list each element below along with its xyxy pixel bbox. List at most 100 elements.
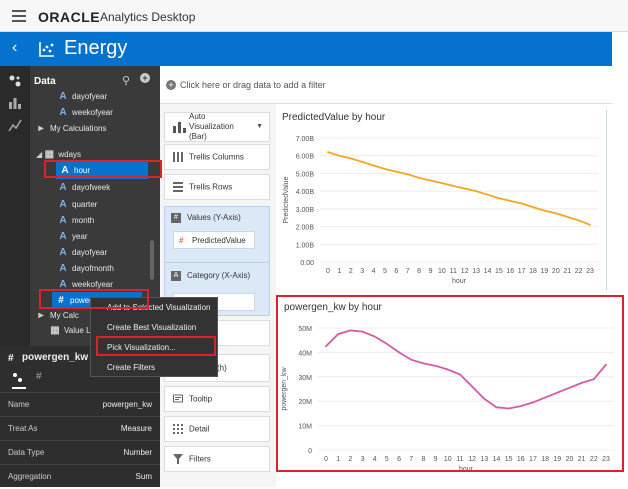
x-tick-label: 20 xyxy=(566,456,574,463)
property-value: Measure xyxy=(120,424,152,433)
filter-bar[interactable]: + Click here or drag data to add a filte… xyxy=(160,66,612,104)
tree-item-quarter[interactable]: Aquarter xyxy=(30,196,160,213)
property-value: Sum xyxy=(135,472,152,481)
x-tick-label: 15 xyxy=(495,268,503,275)
x-axis-label: hour xyxy=(452,278,467,285)
data-point xyxy=(556,391,559,394)
data-tab-icon[interactable] xyxy=(8,74,22,88)
menu-item-create-best-visualization[interactable]: Create Best Visualization xyxy=(91,318,219,338)
x-tick-label: 16 xyxy=(517,456,525,463)
detail-drop[interactable]: Detail xyxy=(164,416,270,442)
tree-item-label: My Calc xyxy=(50,311,79,320)
x-tick-label: 17 xyxy=(529,456,537,463)
tree-item-dayofweek[interactable]: Adayofweek xyxy=(30,179,160,196)
x-tick-label: 13 xyxy=(480,456,488,463)
viz-type-selector[interactable]: Auto Visualization (Bar) ▼ xyxy=(164,112,270,142)
tree-item-label: quarter xyxy=(72,200,98,209)
data-point xyxy=(486,193,489,196)
tree-item-my-calculations[interactable]: ▸ My Calculations xyxy=(30,120,160,137)
attribute-a-icon: A xyxy=(59,91,67,102)
property-row[interactable]: Treat As Measure xyxy=(0,416,160,440)
tree-item-year[interactable]: Ayear xyxy=(30,228,160,245)
filters-drop[interactable]: Filters xyxy=(164,446,270,472)
x-tick-label: 21 xyxy=(563,268,571,275)
x-tick-label: 22 xyxy=(575,268,583,275)
data-panel-header: Data xyxy=(34,76,56,87)
data-point xyxy=(434,364,437,367)
analytics-tab-icon[interactable] xyxy=(8,118,22,132)
menu-item-pick-visualization[interactable]: Pick Visualization... xyxy=(91,338,219,358)
filter-bar-text[interactable]: Click here or drag data to add a filter xyxy=(180,80,326,90)
y-tick-label: 0.00 xyxy=(300,260,314,267)
x-tick-label: 2 xyxy=(349,268,353,275)
category-label: Category (X-Axis) xyxy=(187,271,251,280)
tree-item-dayofmonth[interactable]: Adayofmonth xyxy=(30,260,160,277)
tree-item-label: weekofyear xyxy=(72,280,113,289)
tree-item-label: month xyxy=(72,216,95,225)
attribute-a-icon: A xyxy=(59,215,67,226)
property-row[interactable]: Aggregation Sum xyxy=(0,464,160,488)
collapse-chevron-icon[interactable]: ◢ xyxy=(36,150,44,159)
data-point xyxy=(418,176,421,179)
x-tick-label: 6 xyxy=(397,456,401,463)
back-chevron-icon[interactable]: ‹ xyxy=(12,39,17,57)
tree-item-label: dayofyear xyxy=(72,248,108,257)
data-point xyxy=(452,184,455,187)
add-filter-icon[interactable]: + xyxy=(166,80,176,90)
data-point xyxy=(495,406,498,409)
data-point xyxy=(361,330,364,333)
add-icon[interactable]: + xyxy=(140,73,150,83)
x-tick-label: 18 xyxy=(541,456,549,463)
trellis-rows-drop[interactable]: Trellis Rows xyxy=(164,174,270,200)
data-point xyxy=(395,170,398,173)
tree-item-wdays[interactable]: ◢ ▦ wdays xyxy=(30,146,160,163)
x-tick-label: 19 xyxy=(553,456,561,463)
tree-item-hour[interactable]: Ahour xyxy=(56,162,148,179)
property-row[interactable]: Data Type Number xyxy=(0,440,160,464)
data-panel-scrollbar[interactable] xyxy=(150,240,154,280)
menu-item-add-to-selected-visualization[interactable]: Add to Selected Visualization xyxy=(91,298,219,318)
tree-item-dayofyear[interactable]: Adayofyear xyxy=(30,88,160,105)
data-point xyxy=(497,197,500,200)
y-tick-label: 20M xyxy=(298,399,312,406)
attribute-a-icon: A xyxy=(59,182,67,193)
x-tick-label: 23 xyxy=(602,456,610,463)
tree-item-weekofyear[interactable]: Aweekofyear xyxy=(30,276,160,293)
general-tab-icon[interactable] xyxy=(12,372,24,384)
values-chip[interactable]: # PredictedValue xyxy=(173,231,255,249)
y-tick-label: 3.00B xyxy=(296,207,315,214)
data-point xyxy=(566,215,569,218)
search-icon[interactable]: ⚲ xyxy=(122,74,130,87)
visualizations-tab-icon[interactable] xyxy=(8,96,22,110)
data-point xyxy=(406,173,409,176)
tooltip-drop[interactable]: Tooltip xyxy=(164,386,270,412)
hamburger-menu-icon[interactable] xyxy=(12,10,26,22)
data-point xyxy=(509,199,512,202)
property-key: Treat As xyxy=(8,424,38,433)
tree-item-dayofyear[interactable]: Adayofyear xyxy=(30,244,160,261)
powergen-chart[interactable]: powergen_kw by hour 0 10M 20M 30M 40M 50M 0 1 2 3… xyxy=(278,298,622,470)
tree-item-weekofyear[interactable]: Aweekofyear xyxy=(30,104,160,121)
menu-item-create-filters[interactable]: Create Filters xyxy=(91,358,219,378)
values-y-axis-drop[interactable]: # Values (Y-Axis) # PredictedValue xyxy=(164,206,270,266)
tree-item-month[interactable]: Amonth xyxy=(30,212,160,229)
trellis-columns-drop[interactable]: Trellis Columns xyxy=(164,144,270,170)
property-row[interactable]: Name powergen_kw xyxy=(0,392,160,416)
predictedvalue-chart[interactable]: PredictedValue by hour 0.00 1.00B 2.00B 3.0… xyxy=(276,108,606,290)
data-point xyxy=(337,333,340,335)
series-line xyxy=(327,151,591,226)
property-key: Aggregation xyxy=(8,472,52,481)
x-tick-label: 10 xyxy=(444,456,452,463)
number-tab-icon[interactable]: # xyxy=(36,371,42,382)
x-tick-label: 1 xyxy=(337,268,341,275)
viz-type-label: Auto Visualization (Bar) xyxy=(189,112,234,141)
y-tick-label: 2.00B xyxy=(296,225,315,232)
data-point xyxy=(532,206,534,208)
x-tick-label: 12 xyxy=(461,268,469,275)
top-bar: ORACLE Analytics Desktop xyxy=(0,0,628,32)
tooltip-label: Tooltip xyxy=(189,394,213,404)
y-tick-label: 4.00B xyxy=(296,189,315,196)
x-tick-label: 16 xyxy=(506,268,514,275)
x-tick-label: 8 xyxy=(421,456,425,463)
data-point xyxy=(589,223,591,226)
